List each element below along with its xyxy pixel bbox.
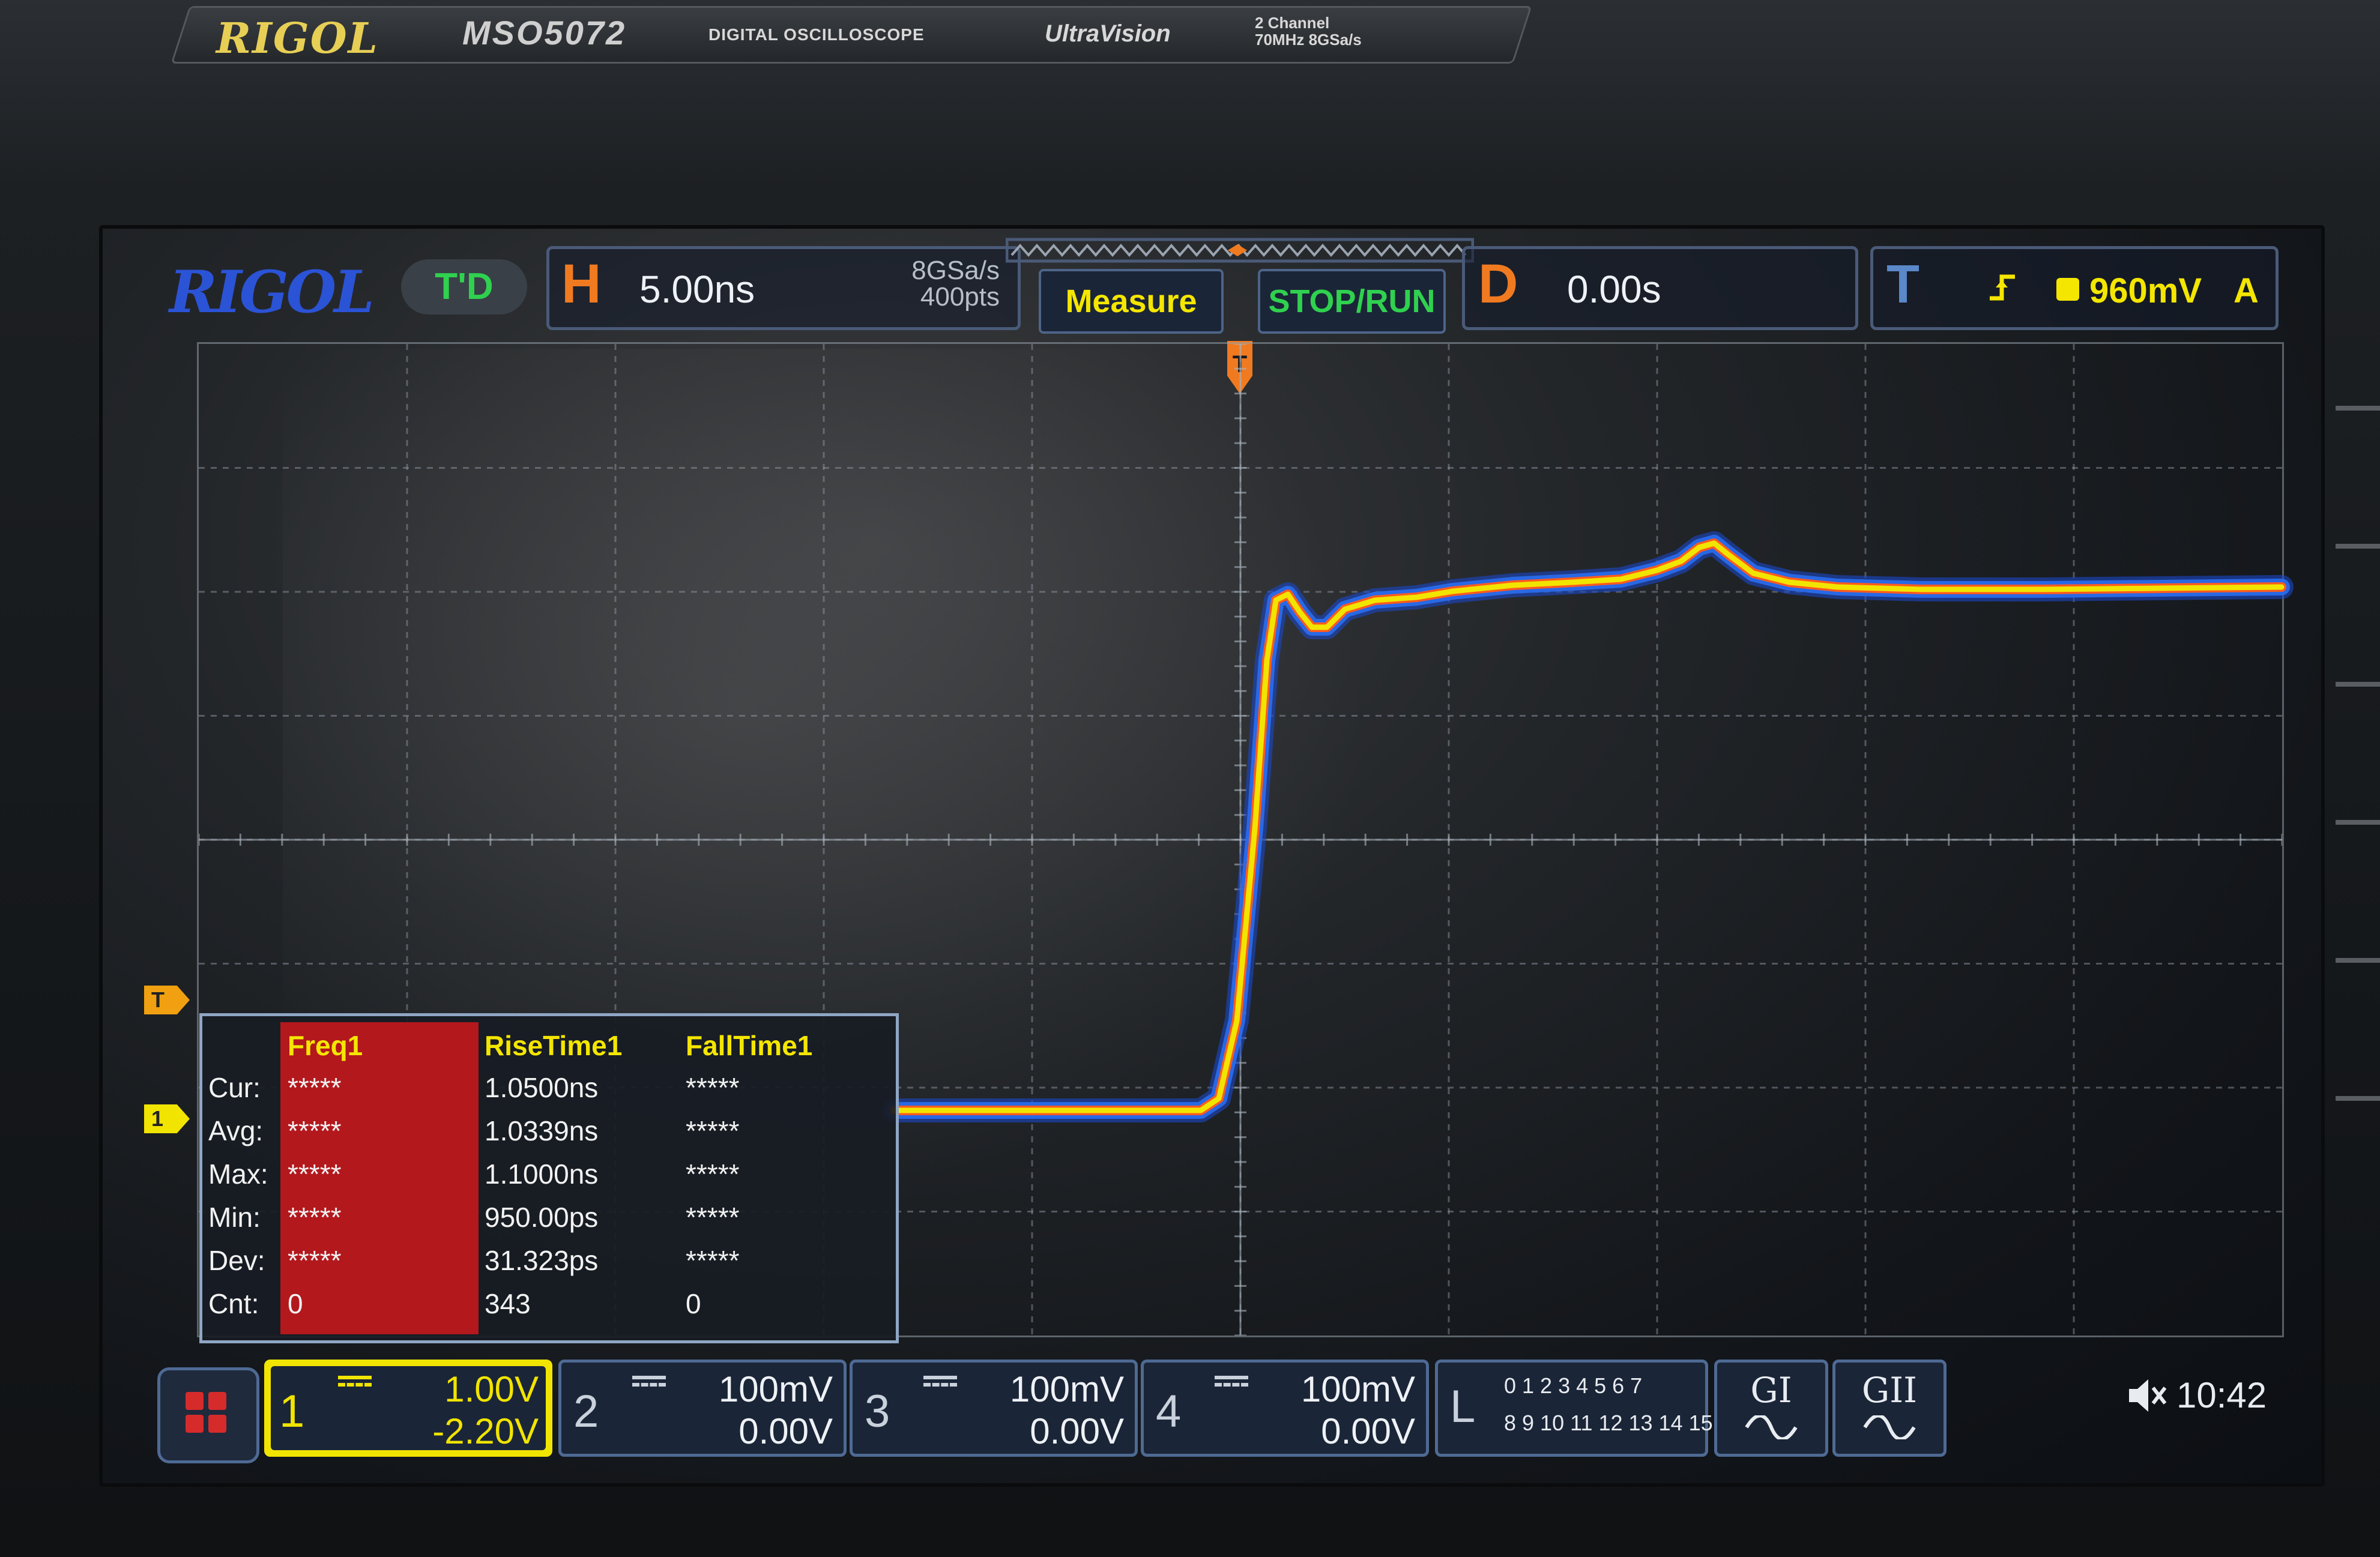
bezel-ticks [2336,406,2380,1101]
measurement-cell: ***** [686,1245,740,1276]
sine-wave-icon [1745,1415,1798,1439]
measurement-row-label: Dev: [208,1245,265,1276]
measurement-cell: ***** [686,1158,740,1190]
channel1-scale: 1.00V [444,1369,539,1409]
measurement-table: Freq1 RiseTime1 FallTime1 Cur: ***** 1.050… [199,1013,899,1343]
clock: 10:42 [2176,1375,2267,1415]
measurement-cell: ***** [686,1072,740,1103]
measurement-cell: ***** [288,1245,342,1276]
channel3-offset: 0.00V [1030,1411,1124,1451]
measurement-row-label: Cur: [208,1072,261,1103]
measurement-cell: ***** [288,1115,342,1146]
measurement-cell: 343 [485,1288,531,1319]
dc-coupling-icon [923,1376,957,1393]
generator1-button[interactable]: GI [1714,1360,1828,1457]
measurement-cell: 0 [686,1288,701,1319]
measurement-cell: 31.323ps [485,1245,599,1276]
dc-coupling-icon [632,1376,666,1393]
measurement-header-freq: Freq1 [288,1030,363,1061]
measurement-cell: ***** [686,1115,740,1146]
channel1-offset: -2.20V [432,1411,539,1451]
channel1-number: 1 [279,1386,305,1437]
generator1-label: GI [1750,1370,1792,1411]
measurement-row-label: Max: [208,1158,268,1190]
measurement-cell: 1.1000ns [485,1158,599,1190]
sine-wave-icon [1863,1415,1916,1439]
measurement-cell: ***** [288,1202,342,1233]
measurement-cell: ***** [288,1072,342,1103]
channel1-panel[interactable]: 1 1.00V -2.20V [264,1360,552,1457]
app-menu-button[interactable] [157,1367,259,1463]
measurement-cell: 950.00ps [485,1202,599,1233]
channel2-number: 2 [573,1386,599,1437]
measurement-cell: 0 [288,1288,303,1319]
measurement-cell: ***** [686,1202,740,1233]
generator2-button[interactable]: GII [1832,1360,1947,1457]
measurement-cell: 1.0500ns [485,1072,599,1103]
oscilloscope-photo: RIGOL MSO5072 DIGITAL OSCILLOSCOPE Ultra… [0,0,2380,1557]
channel4-scale: 100mV [1300,1369,1415,1409]
dc-coupling-icon [338,1376,372,1393]
channel4-offset: 0.00V [1321,1411,1415,1451]
dc-coupling-icon [1215,1376,1248,1393]
measurement-row-label: Min: [208,1202,261,1233]
channel2-offset: 0.00V [738,1411,833,1451]
measurement-cell: ***** [288,1158,342,1190]
grid-menu-icon [186,1392,226,1433]
channel3-scale: 100mV [1009,1369,1124,1409]
channel3-number: 3 [865,1386,890,1437]
logic-channels-row1: 0 1 2 3 4 5 6 7 [1504,1373,1643,1398]
logic-analyzer-panel[interactable]: L 0 1 2 3 4 5 6 7 8 9 10 11 12 13 14 15 [1435,1360,1713,1457]
channel3-panel[interactable]: 3 100mV 0.00V [850,1360,1138,1457]
channel4-number: 4 [1156,1386,1182,1437]
channel2-scale: 100mV [718,1369,833,1409]
generator2-label: GII [1861,1370,1918,1411]
measurement-header-falltime: FallTime1 [686,1030,813,1061]
speaker-muted-icon[interactable] [2125,1375,2167,1417]
channel2-panel[interactable]: 2 100mV 0.00V [558,1360,847,1457]
measurement-header-risetime: RiseTime1 [485,1030,623,1061]
channel4-panel[interactable]: 4 100mV 0.00V [1141,1360,1429,1457]
measurement-cell: 1.0339ns [485,1115,599,1146]
measurement-row-label: Avg: [208,1115,264,1146]
logic-channels-row2: 8 9 10 11 12 13 14 15 [1504,1411,1713,1435]
measurement-row-label: Cnt: [208,1288,259,1319]
logic-label: L [1450,1381,1476,1432]
